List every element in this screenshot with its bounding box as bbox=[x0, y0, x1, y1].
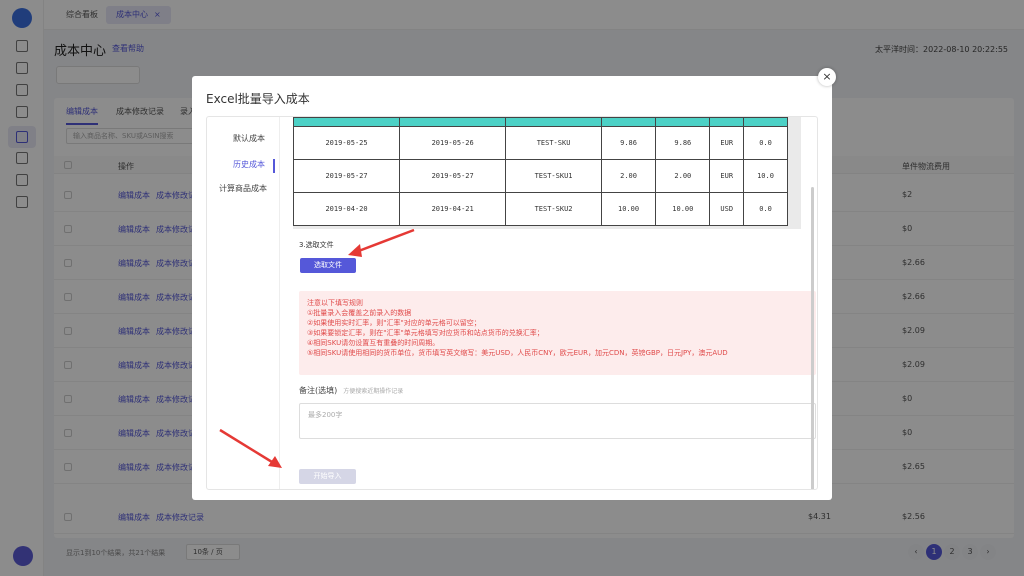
annotation-arrows bbox=[219, 228, 415, 468]
arrow-head-pick-file bbox=[348, 244, 362, 257]
arrow-to-pick-file bbox=[355, 228, 415, 254]
arrow-to-start-import bbox=[219, 428, 273, 464]
